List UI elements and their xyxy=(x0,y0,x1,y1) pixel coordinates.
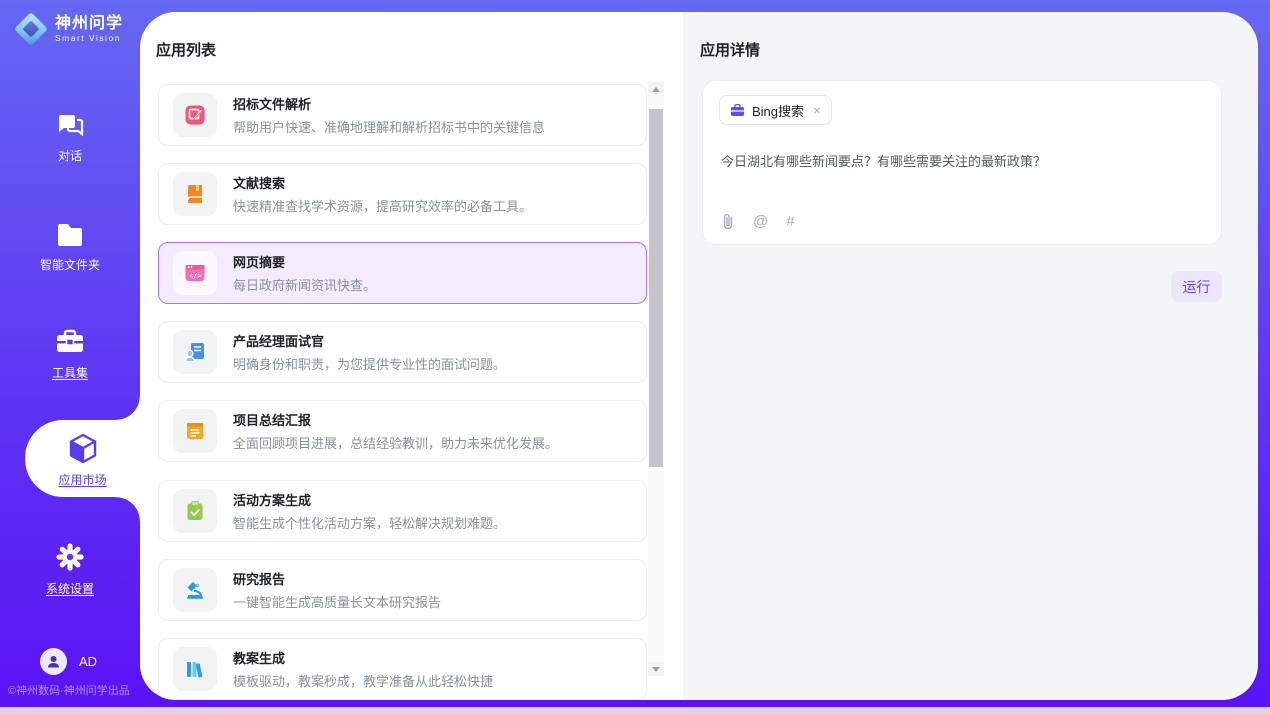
main-content: 应用列表 招标文件解析 帮助用户快速、准确地理解和解析招标书中的关键信息 xyxy=(140,12,1258,700)
svg-text:</>: </> xyxy=(189,272,202,280)
app-list-scrollbar[interactable] xyxy=(648,82,664,676)
person-doc-icon xyxy=(173,330,217,374)
sidebar-item-label: 智能文件夹 xyxy=(0,256,140,273)
app-card-desc: 一键智能生成高质量长文本研究报告 xyxy=(233,592,441,611)
app-card-research-report[interactable]: 研究报告 一键智能生成高质量长文本研究报告 xyxy=(158,559,647,621)
app-card-desc: 快速精准查找学术资源，提高研究效率的必备工具。 xyxy=(233,196,532,215)
app-card-pm-interviewer[interactable]: 产品经理面试官 明确身份和职责，为您提供专业性的面试问题。 xyxy=(158,321,647,383)
app-card-title: 项目总结汇报 xyxy=(233,410,558,429)
app-card-title: 活动方案生成 xyxy=(233,490,506,509)
app-card-title: 招标文件解析 xyxy=(233,94,545,113)
app-card-desc: 全面回顾项目进展，总结经验教训，助力未来优化发展。 xyxy=(233,433,558,452)
bottom-strip xyxy=(0,707,1270,714)
brand-name: 神州问学 xyxy=(55,15,123,33)
scrollbar-up-arrow[interactable] xyxy=(648,82,664,96)
app-card-desc: 智能生成个性化活动方案，轻松解决规划难题。 xyxy=(233,513,506,532)
scrollbar-thumb[interactable] xyxy=(649,109,663,467)
hash-icon[interactable]: # xyxy=(786,213,794,230)
tool-chip-label: Bing搜索 xyxy=(752,101,804,120)
books-icon xyxy=(173,647,217,691)
app-window: 神州问学 Smart Vision 对话 智能文件夹 xyxy=(0,0,1270,714)
brand-diamond-icon xyxy=(14,12,48,46)
app-card-desc: 明确身份和职责，为您提供专业性的面试问题。 xyxy=(233,354,506,373)
app-card-web-summary[interactable]: </> 网页摘要 每日政府新闻资讯快查。 xyxy=(158,242,647,304)
microscope-icon xyxy=(173,568,217,612)
app-card-title: 产品经理面试官 xyxy=(233,331,506,350)
active-bubble-join-top xyxy=(116,396,140,420)
briefcase-icon xyxy=(730,104,745,117)
active-bubble-join-bottom xyxy=(116,497,140,521)
app-card-desc: 帮助用户快速、准确地理解和解析招标书中的关键信息 xyxy=(233,117,545,136)
sidebar-item-label: 对话 xyxy=(0,147,140,164)
memo-icon xyxy=(173,409,217,453)
gear-icon xyxy=(0,542,140,572)
app-card-event-plan[interactable]: 活动方案生成 智能生成个性化活动方案，轻松解决规划难题。 xyxy=(158,480,647,542)
prompt-card: Bing搜索 × 今日湖北有哪些新闻要点？有哪些需要关注的最新政策？ @ # xyxy=(702,80,1222,245)
scrollbar-down-arrow[interactable] xyxy=(648,662,664,676)
sidebar-item-settings[interactable]: 系统设置 xyxy=(0,542,140,597)
sidebar-item-smart-folder[interactable]: 智能文件夹 xyxy=(0,222,140,273)
user-avatar-icon xyxy=(40,648,67,675)
clipboard-check-icon xyxy=(173,489,217,533)
app-card-title: 文献搜索 xyxy=(233,173,532,192)
app-card-project-summary[interactable]: 项目总结汇报 全面回顾项目进展，总结经验教训，助力未来优化发展。 xyxy=(158,400,647,462)
chat-icon xyxy=(0,112,140,139)
app-detail-panel: 应用详情 Bing搜索 × 今日湖北有哪些新闻要点？有哪些需要关注的最新政策？ xyxy=(683,12,1258,700)
app-list-panel: 应用列表 招标文件解析 帮助用户快速、准确地理解和解析招标书中的关键信息 xyxy=(140,12,683,700)
app-card-bid-document-parsing[interactable]: 招标文件解析 帮助用户快速、准确地理解和解析招标书中的关键信息 xyxy=(158,84,647,146)
app-card-lesson-plan[interactable]: 教案生成 模板驱动，教案秒成，教学准备从此轻松快捷 xyxy=(158,638,647,700)
run-button[interactable]: 运行 xyxy=(1171,271,1222,302)
toolbox-icon xyxy=(0,328,140,356)
browser-code-icon: </> xyxy=(173,251,217,295)
app-detail-title: 应用详情 xyxy=(700,39,760,60)
mention-icon[interactable]: @ xyxy=(753,213,768,230)
sidebar-item-label: 应用市场 xyxy=(25,471,140,488)
sidebar-item-app-market[interactable]: 应用市场 xyxy=(25,420,140,497)
app-card-desc: 每日政府新闻资讯快查。 xyxy=(233,275,376,294)
attachment-toolbar: @ # xyxy=(721,213,795,230)
app-card-literature-search[interactable]: 文献搜索 快速精准查找学术资源，提高研究效率的必备工具。 xyxy=(158,163,647,225)
book-icon xyxy=(173,172,217,216)
sidebar-item-label: 系统设置 xyxy=(0,580,140,597)
app-card-title: 研究报告 xyxy=(233,569,441,588)
sidebar-item-toolkit[interactable]: 工具集 xyxy=(0,328,140,381)
app-list-title: 应用列表 xyxy=(156,39,216,60)
cube-icon xyxy=(25,420,140,465)
user-account[interactable]: AD xyxy=(40,648,97,675)
copyright-footer: ©神州数码·神州问学出品 xyxy=(8,682,130,698)
sidebar-item-chat[interactable]: 对话 xyxy=(0,112,140,164)
paperclip-icon[interactable] xyxy=(721,213,735,230)
close-icon[interactable]: × xyxy=(811,103,821,118)
query-input[interactable]: 今日湖北有哪些新闻要点？有哪些需要关注的最新政策？ xyxy=(721,151,1201,170)
app-card-title: 教案生成 xyxy=(233,648,493,667)
folder-icon xyxy=(0,222,140,248)
app-card-title: 网页摘要 xyxy=(233,252,376,271)
tool-chip-bing-search[interactable]: Bing搜索 × xyxy=(719,95,832,125)
app-card-desc: 模板驱动，教案秒成，教学准备从此轻松快捷 xyxy=(233,671,493,690)
sidebar: 神州问学 Smart Vision 对话 智能文件夹 xyxy=(0,0,140,714)
user-name: AD xyxy=(79,654,97,669)
brand-logo: 神州问学 Smart Vision xyxy=(14,12,123,46)
sidebar-item-label: 工具集 xyxy=(0,364,140,381)
brand-subtitle: Smart Vision xyxy=(55,33,123,43)
pen-square-icon xyxy=(173,93,217,137)
